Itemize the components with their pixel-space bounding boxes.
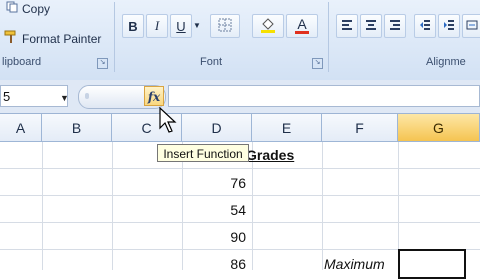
copy-label: Copy <box>22 1 51 16</box>
formula-bar: 5 ▼ fx <box>0 80 480 114</box>
increase-indent-icon <box>443 19 455 34</box>
font-color-icon: A <box>295 16 309 34</box>
merge-center-button[interactable] <box>462 14 480 38</box>
grade-value: 54 <box>230 202 246 218</box>
decrease-indent-icon <box>419 19 431 34</box>
column-label: E <box>281 119 292 136</box>
font-launcher-icon[interactable]: ↘ <box>312 58 323 69</box>
column-label: D <box>211 119 222 136</box>
mouse-pointer-icon <box>158 106 178 139</box>
fill-color-button[interactable] <box>252 14 284 38</box>
ribbon: Copy Format Painter lipboard ↘ B I U ▼ A… <box>0 0 480 81</box>
grades-header-cell[interactable]: Grades <box>246 147 294 163</box>
copy-icon <box>6 1 18 16</box>
column-header-b[interactable]: B <box>42 114 112 142</box>
align-center-button[interactable] <box>360 14 382 38</box>
grades-header-text: Grades <box>246 147 295 163</box>
column-header-a[interactable]: A <box>0 114 42 142</box>
grid-line <box>42 142 43 270</box>
underline-label: U <box>176 18 186 34</box>
formula-input[interactable] <box>168 85 480 107</box>
grid-line <box>322 142 323 270</box>
column-label: A <box>15 119 26 136</box>
font-color-glyph: A <box>297 16 307 32</box>
bold-label: B <box>128 18 138 34</box>
underline-dropdown-icon[interactable]: ▼ <box>192 14 202 36</box>
format-painter-label: Format Painter <box>22 31 102 46</box>
clipboard-group-label: lipboard <box>2 56 42 68</box>
increase-indent-button[interactable] <box>438 14 460 38</box>
italic-label: I <box>154 18 160 33</box>
name-box-value: 5 <box>3 89 11 104</box>
decrease-indent-button[interactable] <box>414 14 436 38</box>
font-color-button[interactable]: A <box>286 14 318 38</box>
column-label: C <box>141 119 152 136</box>
column-header-d[interactable]: D <box>182 114 252 142</box>
grade-cell[interactable]: 90 <box>186 229 246 245</box>
bold-button[interactable]: B <box>122 14 144 38</box>
ribbon-separator <box>328 2 329 72</box>
ribbon-separator <box>114 2 115 72</box>
paintbrush-icon <box>4 30 18 47</box>
font-group-label: Font <box>200 56 223 68</box>
borders-icon <box>218 18 232 35</box>
name-box[interactable]: 5 <box>0 85 68 107</box>
column-header-g[interactable]: G <box>398 114 480 142</box>
tooltip-text: Insert Function <box>163 147 243 161</box>
borders-button[interactable] <box>210 14 240 38</box>
column-label: G <box>433 119 444 136</box>
grade-value: 90 <box>230 229 246 245</box>
fx-icon: fx <box>147 90 161 104</box>
merge-icon <box>466 19 478 34</box>
align-left-icon <box>341 19 353 34</box>
column-label: F <box>355 119 364 136</box>
grade-cell[interactable]: 76 <box>186 175 246 191</box>
align-left-button[interactable] <box>336 14 358 38</box>
format-painter-button[interactable]: Format Painter <box>4 30 101 47</box>
alignment-group-label: Alignme <box>426 56 466 68</box>
column-label: B <box>71 119 82 136</box>
column-header-e[interactable]: E <box>252 114 322 142</box>
underline-button[interactable]: U <box>170 14 192 38</box>
insert-function-button[interactable]: fx <box>144 86 164 106</box>
grade-cell[interactable]: 54 <box>186 202 246 218</box>
copy-button[interactable]: Copy <box>6 1 50 16</box>
insert-function-tooltip: Insert Function <box>157 144 249 162</box>
align-right-button[interactable] <box>384 14 406 38</box>
align-right-icon <box>389 19 401 34</box>
clipboard-launcher-icon[interactable]: ↘ <box>97 58 108 69</box>
splitter-handle-icon[interactable] <box>85 93 89 99</box>
column-header-f[interactable]: F <box>322 114 398 142</box>
grid-line <box>112 142 113 270</box>
paint-bucket-icon <box>259 16 277 37</box>
name-box-dropdown-icon[interactable]: ▼ <box>60 93 69 103</box>
font-color-swatch <box>295 31 309 34</box>
selected-cell[interactable] <box>398 249 466 279</box>
grade-value: 76 <box>230 175 246 191</box>
align-center-icon <box>365 19 377 34</box>
italic-button[interactable]: I <box>146 14 168 38</box>
